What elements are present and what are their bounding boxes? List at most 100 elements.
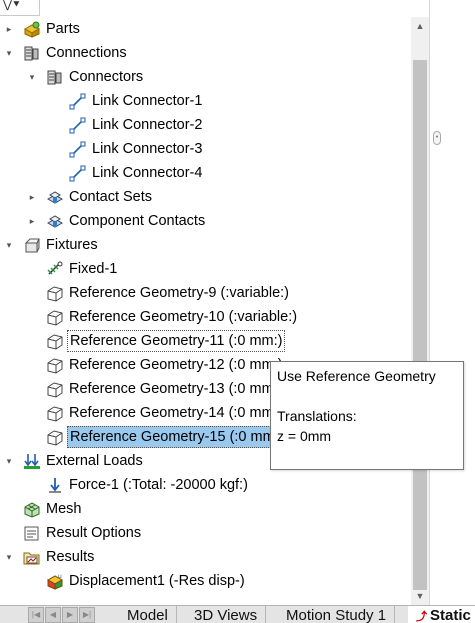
tree-item-label: Connectors [69, 69, 144, 85]
tree-item[interactable]: Link Connector-1 [0, 90, 411, 112]
link-connector-icon [69, 93, 87, 110]
mesh-icon [23, 501, 41, 518]
next-tab-icon[interactable]: ▶ [62, 607, 78, 623]
scroll-thumb[interactable] [413, 60, 427, 590]
tree-item-label: Reference Geometry-14 (:0 mm:) [69, 405, 283, 421]
tree-item[interactable]: u Displacement1 (-Res disp-) [0, 570, 411, 592]
external-loads-icon [23, 453, 41, 470]
tree-item[interactable]: ▾ Connections [0, 42, 411, 64]
tree-item[interactable]: ▸ Component Contacts [0, 210, 411, 232]
scroll-up-arrow-icon[interactable]: ▲ [411, 17, 429, 35]
bottom-tab-bar: |◀ ◀ ▶ ▶| Model 3D Views Motion Study 1 … [0, 605, 475, 623]
tab-motion-study-1[interactable]: Motion Study 1 [278, 606, 396, 623]
tree-item-label: Reference Geometry-10 (:variable:) [69, 309, 298, 325]
tree-item-label: Results [46, 549, 95, 565]
tree-item[interactable]: Reference Geometry-10 (:variable:) [0, 306, 411, 328]
tree-item[interactable]: ▸ Contact Sets [0, 186, 411, 208]
filter-bar: ⋁⯆ [0, 0, 411, 17]
link-connector-icon [69, 141, 87, 158]
tree-item[interactable]: Link Connector-4 [0, 162, 411, 184]
tree-item-label: Fixed-1 [69, 261, 118, 277]
tree-item[interactable]: Link Connector-3 [0, 138, 411, 160]
last-tab-icon[interactable]: ▶| [79, 607, 95, 623]
first-tab-icon[interactable]: |◀ [28, 607, 44, 623]
tree-item-label: Component Contacts [69, 213, 206, 229]
tree-item-label: External Loads [46, 453, 143, 469]
collapse-arrow-icon[interactable]: ▾ [3, 234, 15, 256]
tree-item[interactable]: Reference Geometry-9 (:variable:) [0, 282, 411, 304]
tree-item-label: Connections [46, 45, 127, 61]
tree-item-label: Reference Geometry-15 (:0 mm:) [67, 426, 287, 448]
collapse-arrow-icon[interactable]: ▾ [3, 450, 15, 472]
force-arrow-icon [46, 477, 64, 494]
expand-arrow-icon[interactable]: ▸ [26, 186, 38, 208]
tree-item[interactable]: Reference Geometry-11 (:0 mm:) [0, 330, 411, 352]
tree-item-label: Result Options [46, 525, 142, 541]
tree-item[interactable]: ▸ Parts [0, 18, 411, 40]
reference-geometry-icon [46, 285, 64, 302]
tree-item-label: Link Connector-4 [92, 165, 203, 181]
result-options-icon [23, 525, 41, 542]
tree-item[interactable]: ▾ Fixtures [0, 234, 411, 256]
tree-item-label: Displacement1 (-Res disp-) [69, 573, 245, 589]
tree-item[interactable]: ▾ Connectors [0, 66, 411, 88]
tree-item-label: Reference Geometry-9 (:variable:) [69, 285, 289, 301]
connectors-icon [46, 69, 64, 86]
tree-item[interactable]: Link Connector-2 [0, 114, 411, 136]
tree-item-label: Link Connector-1 [92, 93, 203, 109]
reference-geometry-icon [46, 357, 64, 374]
component-contacts-icon [46, 213, 64, 230]
scroll-down-arrow-icon[interactable]: ▼ [411, 587, 429, 605]
fixed-geometry-icon [46, 261, 64, 278]
tree-item[interactable]: Mesh [0, 498, 411, 520]
tree-item-label: Force-1 (:Total: -20000 kgf:) [69, 477, 248, 493]
tree-item[interactable]: Fixed-1 [0, 258, 411, 280]
tree-item[interactable]: ▾ Results [0, 546, 411, 568]
contact-sets-icon [46, 189, 64, 206]
tree-item-label: Parts [46, 21, 80, 37]
reference-geometry-icon [46, 405, 64, 422]
feature-tree: ▸ Parts ▾ Connections ▾ Connectors Link Connec… [0, 17, 411, 605]
graphics-area-edge: • [429, 0, 475, 605]
collapse-arrow-icon[interactable]: ▾ [3, 42, 15, 64]
link-connector-icon [69, 117, 87, 134]
reference-geometry-icon [46, 381, 64, 398]
tab-3d-views[interactable]: 3D Views [186, 606, 267, 623]
panel-split-handle[interactable]: • [433, 131, 441, 145]
expand-arrow-icon[interactable]: ▸ [26, 210, 38, 232]
tree-item-label: Contact Sets [69, 189, 153, 205]
parts-icon [23, 21, 41, 38]
tooltip: Use Reference Geometry Translations: z =… [270, 361, 464, 470]
tree-item-label: Reference Geometry-13 (:0 mm:) [69, 381, 283, 397]
tab-model[interactable]: Model [119, 606, 177, 623]
link-connector-icon [69, 165, 87, 182]
filter-icon: ⋁⯆ [3, 0, 21, 11]
tooltip-heading: Translations: [277, 408, 357, 424]
svg-text:u: u [58, 573, 62, 580]
vertical-scrollbar[interactable]: ▲ ▼ [411, 17, 429, 605]
expand-arrow-icon[interactable]: ▸ [3, 18, 15, 40]
tree-item-label: Link Connector-3 [92, 141, 203, 157]
tree-item-label: Reference Geometry-12 (:0 mm:) [69, 357, 283, 373]
tab-static[interactable]: ⤴ Static [408, 606, 475, 623]
results-folder-icon [23, 549, 41, 566]
tooltip-title: Use Reference Geometry [277, 368, 436, 384]
fixtures-icon [23, 237, 41, 254]
collapse-arrow-icon[interactable]: ▾ [26, 66, 38, 88]
tree-item[interactable]: Result Options [0, 522, 411, 544]
prev-tab-icon[interactable]: ◀ [45, 607, 61, 623]
filter-dropdown[interactable]: ⋁⯆ [0, 0, 40, 16]
reference-geometry-icon [46, 333, 64, 350]
tree-item[interactable]: Force-1 (:Total: -20000 kgf:) [0, 474, 411, 496]
static-study-icon: ⤴ [416, 611, 427, 623]
tooltip-value: z = 0mm [277, 428, 332, 444]
displacement-plot-icon: u [46, 573, 64, 590]
collapse-arrow-icon[interactable]: ▾ [3, 546, 15, 568]
reference-geometry-icon [46, 309, 64, 326]
tree-item-label: Link Connector-2 [92, 117, 203, 133]
tree-item-label: Fixtures [46, 237, 98, 253]
reference-geometry-icon [46, 429, 64, 446]
tree-item-label: Reference Geometry-11 (:0 mm:) [67, 330, 286, 352]
tree-item-label: Mesh [46, 501, 82, 517]
tab-nav-buttons: |◀ ◀ ▶ ▶| [28, 607, 96, 623]
